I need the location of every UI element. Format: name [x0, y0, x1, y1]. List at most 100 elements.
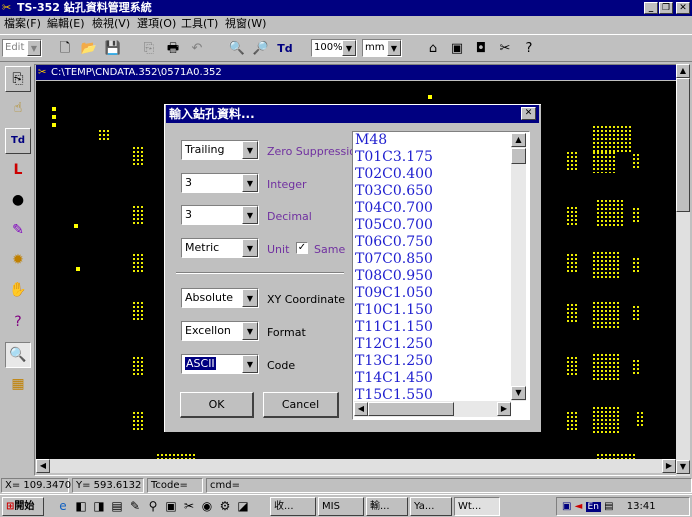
chevron-down-icon[interactable]: ▼: [242, 289, 258, 307]
vertical-scrollbar[interactable]: ▲ ▼: [676, 64, 690, 476]
zoom-in-icon[interactable]: 🔍: [228, 40, 246, 58]
grid-tool-button[interactable]: ▦: [5, 372, 31, 398]
quicklaunch-icon[interactable]: ▤: [108, 497, 126, 515]
chevron-down-icon[interactable]: ▼: [242, 239, 258, 257]
list-item[interactable]: T03C0.650: [353, 183, 529, 200]
decimal-select[interactable]: 3 ▼: [181, 205, 259, 225]
quicklaunch-icon[interactable]: ◨: [90, 497, 108, 515]
quicklaunch-icon[interactable]: ◉: [198, 497, 216, 515]
scroll-down-icon[interactable]: ▼: [511, 386, 526, 400]
task-button[interactable]: 輸...: [366, 497, 408, 516]
layers-icon[interactable]: ▣: [448, 40, 466, 58]
list-item[interactable]: T08C0.950: [353, 268, 529, 285]
copy-tool-button[interactable]: ⎘: [5, 66, 31, 92]
start-button[interactable]: ⊞開始: [2, 497, 44, 516]
list-item[interactable]: M48: [353, 132, 529, 149]
print-icon[interactable]: 🖶: [164, 40, 182, 58]
list-vertical-scrollbar[interactable]: ▲ ▼: [511, 133, 526, 401]
tools-icon[interactable]: ✂: [496, 40, 514, 58]
scroll-left-icon[interactable]: ◀: [354, 402, 368, 416]
scroll-right-icon[interactable]: ▶: [497, 402, 511, 416]
language-indicator[interactable]: En: [585, 502, 601, 512]
quicklaunch-icon[interactable]: ⚙: [216, 497, 234, 515]
open-folder-icon[interactable]: 📂: [80, 40, 98, 58]
task-button[interactable]: 收...: [270, 497, 316, 516]
vertical-scroll-thumb[interactable]: [676, 78, 690, 212]
list-hscroll-thumb[interactable]: [368, 402, 454, 416]
list-item[interactable]: T02C0.400: [353, 166, 529, 183]
list-item[interactable]: T04C0.700: [353, 200, 529, 217]
list-item[interactable]: T07C0.850: [353, 251, 529, 268]
measure-tool-button[interactable]: ✎: [5, 218, 31, 244]
list-item[interactable]: T05C0.700: [353, 217, 529, 234]
help-tool-button[interactable]: ?: [5, 310, 31, 336]
xy-coordinate-select[interactable]: Absolute ▼: [181, 288, 259, 308]
restore-button[interactable]: ❐: [659, 2, 673, 14]
chevron-down-icon[interactable]: ▼: [242, 174, 258, 192]
menu-tools[interactable]: 工具(T): [181, 17, 218, 31]
help-icon[interactable]: ?: [520, 40, 538, 58]
format-select[interactable]: Excellon ▼: [181, 321, 259, 341]
scroll-up-icon[interactable]: ▲: [511, 133, 526, 147]
quicklaunch-icon[interactable]: ✎: [126, 497, 144, 515]
chevron-down-icon[interactable]: ▼: [242, 141, 258, 159]
quicklaunch-icon[interactable]: ◪: [234, 497, 252, 515]
list-item[interactable]: T11C1.150: [353, 319, 529, 336]
list-item[interactable]: T01C3.175: [353, 149, 529, 166]
hand-tool-button[interactable]: ✋: [5, 278, 31, 304]
pointer-tool-button[interactable]: ☝: [5, 96, 31, 122]
list-item[interactable]: T13C1.250: [353, 353, 529, 370]
zoom-out-icon[interactable]: 🔎: [252, 40, 270, 58]
menu-options[interactable]: 選項(O): [137, 17, 176, 31]
volume-icon[interactable]: ◄: [575, 501, 583, 512]
menu-window[interactable]: 視窗(W): [225, 17, 266, 31]
quicklaunch-icon[interactable]: ✂: [180, 497, 198, 515]
chevron-down-icon[interactable]: ▼: [242, 206, 258, 224]
edit-mode-combo[interactable]: Edit ▼: [2, 39, 42, 57]
tool-listbox[interactable]: M48 T01C3.175 T02C0.400 T03C0.650 T04C0.…: [352, 131, 530, 420]
integer-select[interactable]: 3 ▼: [181, 173, 259, 193]
list-item[interactable]: T09C1.050: [353, 285, 529, 302]
gear-tool-button[interactable]: ✹: [5, 248, 31, 274]
minimize-button[interactable]: _: [644, 2, 658, 14]
unit-combo[interactable]: mm ▼: [362, 39, 402, 57]
browser-icon[interactable]: e: [54, 497, 72, 515]
chevron-down-icon[interactable]: ▼: [387, 40, 401, 56]
code-select[interactable]: ASCII ▼: [181, 354, 259, 374]
horizontal-scrollbar[interactable]: ◀ ▶: [36, 459, 676, 473]
chevron-down-icon[interactable]: ▼: [342, 40, 356, 56]
list-item[interactable]: T14C1.450: [353, 370, 529, 387]
text-tool-icon[interactable]: Td: [276, 40, 294, 58]
cancel-button[interactable]: Cancel: [263, 392, 339, 418]
menu-file[interactable]: 檔案(F): [4, 17, 41, 31]
chevron-down-icon[interactable]: ▼: [242, 355, 258, 373]
tray-icon[interactable]: ▣: [562, 501, 571, 512]
line-tool-button[interactable]: L: [5, 158, 31, 184]
list-item[interactable]: T10C1.150: [353, 302, 529, 319]
list-item[interactable]: T06C0.750: [353, 234, 529, 251]
same-checkbox[interactable]: ✓: [296, 242, 308, 254]
close-button[interactable]: ✕: [676, 2, 690, 14]
new-file-icon[interactable]: 🗋: [56, 40, 74, 58]
scroll-down-icon[interactable]: ▼: [676, 460, 690, 474]
quicklaunch-icon[interactable]: ⚲: [144, 497, 162, 515]
scroll-right-icon[interactable]: ▶: [662, 459, 676, 473]
drill-icon[interactable]: ◘: [472, 40, 490, 58]
home-icon[interactable]: ⌂: [424, 40, 442, 58]
scroll-up-icon[interactable]: ▲: [676, 64, 690, 78]
task-button[interactable]: Ya...: [410, 497, 452, 516]
task-button-active[interactable]: Wt...: [454, 497, 500, 516]
text-tool-button[interactable]: Td: [5, 128, 31, 154]
list-horizontal-scrollbar[interactable]: ◀ ▶: [354, 401, 511, 417]
undo-icon[interactable]: ↶: [188, 40, 206, 58]
quicklaunch-icon[interactable]: ◧: [72, 497, 90, 515]
copy-icon[interactable]: ⎘: [140, 40, 158, 58]
save-icon[interactable]: 💾: [104, 40, 122, 58]
scroll-left-icon[interactable]: ◀: [36, 459, 50, 473]
unit-select[interactable]: Metric ▼: [181, 238, 259, 258]
ok-button[interactable]: OK: [180, 392, 254, 418]
zoom-combo[interactable]: 100% ▼: [311, 39, 357, 57]
dialog-close-button[interactable]: ✕: [521, 107, 536, 120]
zoom-tool-button[interactable]: 🔍: [5, 342, 31, 368]
tray-icon[interactable]: ▤: [604, 501, 613, 512]
